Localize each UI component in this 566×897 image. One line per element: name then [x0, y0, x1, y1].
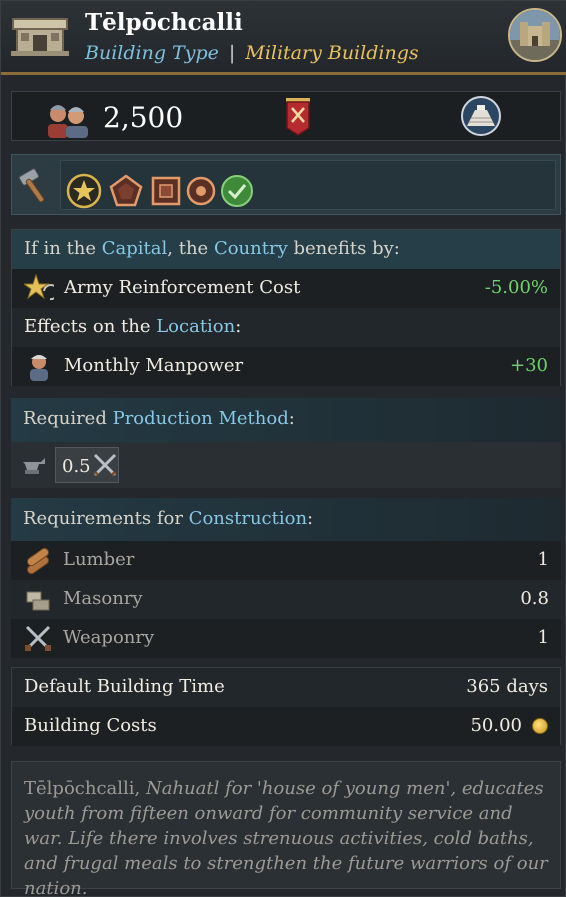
construction-requirements-header: Requirements for Construction:: [11, 498, 561, 541]
building-category: Military Buildings: [245, 42, 419, 64]
army-reinforcement-icon: [24, 273, 54, 301]
pentagon-icon[interactable]: [108, 173, 144, 209]
army-reinforcement-row: Army Reinforcement Cost -5.00%: [12, 269, 560, 308]
requirement-row-lumber: Lumber 1: [11, 541, 561, 580]
building-time-label: Default Building Time: [24, 676, 225, 697]
building-title: Tēlpōchcalli: [85, 9, 243, 36]
building-time-row: Default Building Time 365 days: [12, 668, 560, 707]
requirement-row-weaponry: Weaponry 1: [11, 619, 561, 658]
army-reinforcement-label: Army Reinforcement Cost: [64, 277, 301, 298]
description-name: Tēlpōchcalli,: [24, 778, 141, 799]
manpower-soldier-icon: [30, 355, 48, 381]
building-icon: [11, 18, 69, 56]
monthly-manpower-label: Monthly Manpower: [64, 355, 244, 376]
gold-coin-icon: [532, 718, 548, 734]
manpower-value: 2,500: [103, 101, 184, 134]
production-method-header: Required Production Method:: [11, 398, 561, 442]
production-method-value: 0.5: [62, 456, 91, 477]
military-banner-icon[interactable]: [284, 98, 312, 136]
monthly-manpower-row: Monthly Manpower +30: [12, 347, 560, 386]
building-tags-row: [11, 154, 561, 215]
location-effects-header: Effects on the Location:: [12, 308, 560, 347]
building-subtitle: Building Type | Military Buildings: [85, 42, 419, 64]
production-anvil-icon: [23, 458, 45, 474]
location-link[interactable]: Location: [156, 316, 235, 337]
production-method-row: 0.5: [11, 442, 561, 488]
building-type-link[interactable]: Building Type: [85, 42, 219, 64]
requirement-row-masonry: Masonry 0.8: [11, 580, 561, 619]
masonry-icon: [26, 591, 50, 611]
tag-icons-strip: [60, 160, 556, 210]
subtitle-separator: |: [228, 42, 236, 64]
building-time-and-costs: Default Building Time 365 days Building …: [11, 667, 561, 746]
lumber-icon: [26, 547, 50, 575]
capital-effects-header: If in the Capital, the Country benefits …: [12, 230, 560, 269]
country-link[interactable]: Country: [214, 238, 288, 259]
building-stats-row: 2,500: [11, 91, 561, 141]
construction-link[interactable]: Construction: [189, 508, 307, 529]
production-method-link[interactable]: Production Method: [113, 408, 289, 429]
building-time-value: 365 days: [466, 676, 548, 697]
capital-link[interactable]: Capital: [102, 238, 168, 259]
circle-icon[interactable]: [183, 173, 219, 209]
army-reinforcement-value: -5.00%: [484, 277, 548, 298]
building-description: Tēlpōchcalli, Nahuatl for 'house of youn…: [11, 761, 561, 897]
building-tooltip-panel: Tēlpōchcalli Building Type | Military Bu…: [0, 0, 566, 897]
checkmark-icon[interactable]: [219, 173, 255, 209]
construction-requirements-list: Lumber 1 Masonry 0.8 Weaponry 1: [11, 541, 561, 658]
production-method-option[interactable]: 0.5: [55, 447, 119, 483]
square-icon[interactable]: [148, 173, 184, 209]
building-costs-row: Building Costs 50.00: [12, 707, 560, 746]
building-effects-section: If in the Capital, the Country benefits …: [11, 229, 561, 386]
castle-portrait-icon: [508, 8, 562, 62]
soldiers-icon: [48, 105, 88, 138]
building-costs-label: Building Costs: [24, 715, 157, 736]
monthly-manpower-value: +30: [510, 355, 548, 376]
star-icon[interactable]: [66, 173, 102, 209]
hammer-icon[interactable]: [18, 168, 52, 204]
tooltip-header: Tēlpōchcalli Building Type | Military Bu…: [1, 1, 566, 75]
crossed-swords-icon: [93, 453, 117, 477]
pyramid-icon[interactable]: [461, 96, 501, 136]
weaponry-icon: [25, 625, 51, 651]
building-costs-value: 50.00: [470, 715, 522, 736]
